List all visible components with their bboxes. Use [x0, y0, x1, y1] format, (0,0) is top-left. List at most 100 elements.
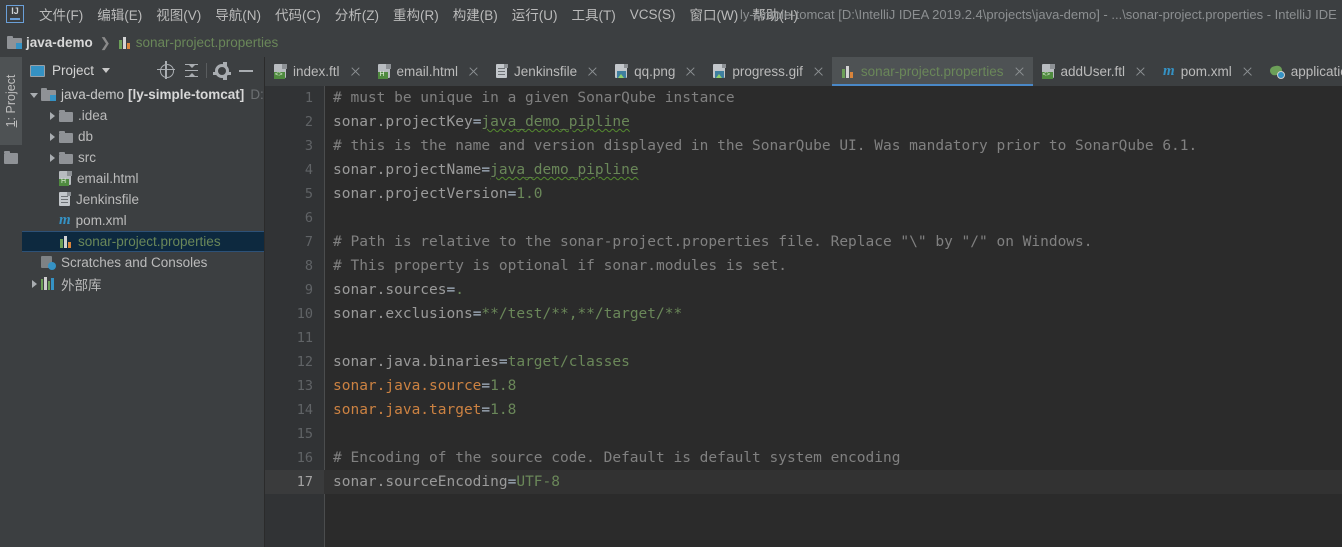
close-icon[interactable]	[812, 65, 825, 78]
close-icon[interactable]	[1241, 65, 1254, 78]
editor-tab-label: application.yml	[1290, 64, 1342, 79]
line-number: 7	[304, 234, 313, 250]
breadcrumb-item-project[interactable]: java-demo	[7, 35, 93, 50]
code-token-val: java_demo_pipline	[481, 114, 630, 130]
code-token-num: 1.8	[490, 378, 517, 394]
editor-tab-label: Jenkinsfile	[514, 64, 578, 79]
line-number: 1	[304, 90, 313, 106]
chevron-down-icon[interactable]	[102, 68, 111, 73]
editor-tab-index-ftl[interactable]: index.ftl	[265, 57, 369, 86]
tree-item-pom-xml[interactable]: m pom.xml	[22, 210, 264, 231]
favorites-folder-icon[interactable]	[4, 151, 18, 164]
close-icon[interactable]	[586, 65, 599, 78]
navigation-bar: java-demo ❯ sonar-project.properties	[0, 28, 1342, 57]
code-editor[interactable]: 1 2 3 4 5 6 7 8 9 10 11 12 13 14 15 16 17 # must be uniq…	[265, 86, 1342, 547]
folder-icon	[59, 109, 73, 122]
menu-item-2[interactable]: 视图(V)	[149, 2, 208, 26]
tree-twisty-icon[interactable]	[28, 88, 41, 101]
menu-item-11[interactable]: 窗口(W)	[683, 2, 746, 26]
tree-item--[interactable]: 外部库	[22, 273, 264, 294]
tree-item-jenkinsfile[interactable]: Jenkinsfile	[22, 189, 264, 210]
code-token-key: sonar.projectVersion	[333, 186, 508, 202]
menu-item-3[interactable]: 导航(N)	[208, 2, 268, 26]
editor-tab-label: addUser.ftl	[1060, 64, 1126, 79]
menu-item-7[interactable]: 构建(B)	[446, 2, 505, 26]
gear-icon[interactable]	[210, 59, 234, 83]
tree-twisty-icon[interactable]	[46, 109, 59, 122]
menu-item-0[interactable]: 文件(F)	[32, 2, 90, 26]
tree-item-db[interactable]: db	[22, 126, 264, 147]
menu-item-9[interactable]: 工具(T)	[565, 2, 623, 26]
tree-item-label: sonar-project.properties	[78, 234, 221, 249]
properties-icon	[59, 235, 73, 249]
code-token-eq: =	[481, 162, 491, 178]
tree-item-sonar-project-properties[interactable]: sonar-project.properties	[22, 231, 264, 252]
editor-tab-application-yml[interactable]: application.yml	[1261, 57, 1342, 86]
line-number: 2	[304, 114, 313, 130]
line-number: 9	[304, 282, 313, 298]
editor-tab-sonar-project-properties[interactable]: sonar-project.properties	[831, 57, 1033, 86]
intellij-idea-logo-icon	[6, 5, 24, 23]
close-icon[interactable]	[467, 65, 480, 78]
line-number: 16	[296, 450, 313, 466]
close-icon[interactable]	[1134, 65, 1147, 78]
close-icon[interactable]	[349, 65, 362, 78]
project-panel-toolbar	[155, 57, 258, 84]
line-number: 13	[296, 378, 313, 394]
code-token-eq: =	[481, 402, 491, 418]
menu-item-5[interactable]: 分析(Z)	[328, 2, 386, 26]
intellij-idea-window: 文件(F)编辑(E)视图(V)导航(N)代码(C)分析(Z)重构(R)构建(B)…	[0, 0, 1342, 547]
tree-twisty-icon[interactable]	[28, 277, 41, 290]
code-token-comment: # Encoding of the source code. Default i…	[333, 450, 901, 466]
menu-item-6[interactable]: 重构(R)	[386, 2, 446, 26]
minimize-icon[interactable]	[234, 59, 258, 83]
html-file-icon	[377, 64, 391, 79]
editor-tab-email-html[interactable]: email.html	[369, 57, 488, 86]
breadcrumb-item-file[interactable]: sonar-project.properties	[118, 35, 278, 50]
tree-item-java-demo[interactable]: java-demo[ly-simple-tomcat] D:\	[22, 84, 264, 105]
menu-item-8[interactable]: 运行(U)	[505, 2, 565, 26]
tree-item--idea[interactable]: .idea	[22, 105, 264, 126]
editor-tab-label: progress.gif	[732, 64, 803, 79]
code-token-key: sonar.projectKey	[333, 114, 473, 130]
line-number: 10	[296, 306, 313, 322]
editor-tab-label: qq.png	[634, 64, 676, 79]
editor-tab-label: sonar-project.properties	[860, 64, 1004, 79]
tree-twisty-icon[interactable]	[46, 151, 59, 164]
editor-tab-jenkinsfile[interactable]: Jenkinsfile	[487, 57, 606, 86]
editor-tab-qq-png[interactable]: qq.png	[606, 57, 704, 86]
line-number: 3	[304, 138, 313, 154]
editor-gutter[interactable]: 1 2 3 4 5 6 7 8 9 10 11 12 13 14 15 16 17	[265, 86, 324, 547]
code-token-key-hl: sonar.java.source	[333, 378, 482, 394]
close-icon[interactable]	[684, 65, 697, 78]
editor-tab-progress-gif[interactable]: progress.gif	[704, 57, 832, 86]
code-line: sonar.java.target=1.8	[333, 398, 516, 422]
tool-window-button-project[interactable]: 1: Project	[0, 57, 22, 145]
maven-icon: m	[59, 212, 71, 228]
ftl-file-icon	[274, 64, 287, 79]
menu-item-10[interactable]: VCS(S)	[623, 5, 683, 24]
editor-tab-adduser-ftl[interactable]: addUser.ftl	[1033, 57, 1155, 86]
tree-item-email-html[interactable]: email.html	[22, 168, 264, 189]
code-line: # Path is relative to the sonar-project.…	[333, 230, 1093, 254]
editor-tab-pom-xml[interactable]: m pom.xml	[1154, 57, 1261, 86]
tree-item-label: .idea	[78, 108, 108, 123]
code-token-key: sonar.java.binaries	[333, 354, 499, 370]
code-line: sonar.java.source=1.8	[333, 374, 516, 398]
code-token-val: target/classes	[507, 354, 630, 370]
line-number: 17	[296, 474, 313, 490]
tree-item-scratches-and-consoles[interactable]: Scratches and Consoles	[22, 252, 264, 273]
menu-item-1[interactable]: 编辑(E)	[90, 2, 149, 26]
editor-code-area[interactable]: # must be unique in a given SonarQube in…	[324, 86, 1342, 547]
locate-icon[interactable]	[155, 59, 179, 83]
close-icon[interactable]	[1013, 65, 1026, 78]
tree-twisty-icon[interactable]	[46, 130, 59, 143]
breadcrumb-project-label: java-demo	[26, 35, 93, 50]
menu-item-4[interactable]: 代码(C)	[268, 2, 328, 26]
collapse-all-icon[interactable]	[179, 59, 203, 83]
tree-item-src[interactable]: src	[22, 147, 264, 168]
code-token-num: 1.8	[490, 402, 517, 418]
module-folder-icon	[7, 36, 22, 49]
